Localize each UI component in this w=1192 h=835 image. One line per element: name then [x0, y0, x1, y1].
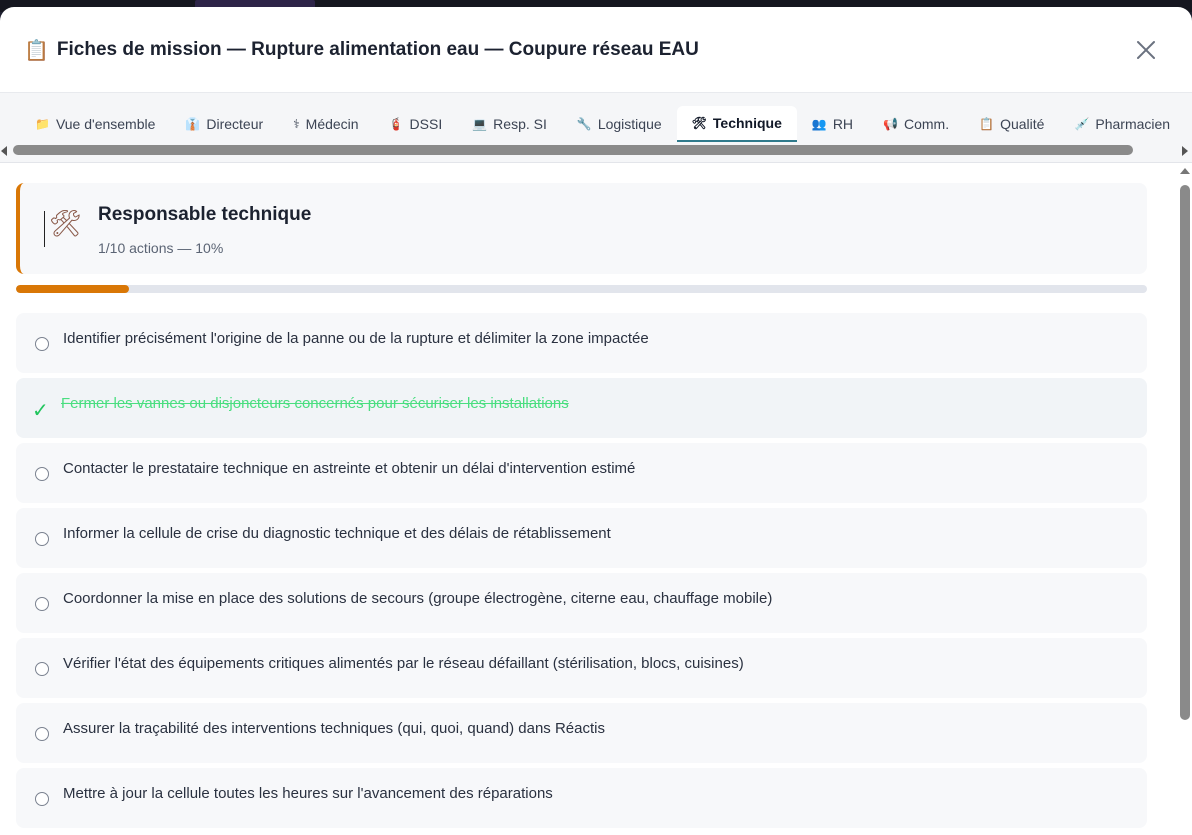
tab-rh[interactable]: 👥 RH	[797, 106, 868, 142]
role-tabs: 📁 Vue d'ensemble 👔 Directeur ⚕ Médecin 🧯 DSSI 💻 R…	[20, 106, 1185, 142]
tab-icon: 🔧	[576, 117, 592, 131]
tab-icon: ⚕	[293, 117, 300, 131]
action-list: Identifier précisément l'origine de la p…	[16, 313, 1147, 833]
tab-resp-si[interactable]: 💻 Resp. SI	[457, 106, 562, 142]
tab-dssi[interactable]: 🧯 DSSI	[374, 106, 458, 142]
action-item[interactable]: Identifier précisément l'origine de la p…	[16, 313, 1147, 373]
role-tabs-bar: 📁 Vue d'ensemble 👔 Directeur ⚕ Médecin 🧯 DSSI 💻 R…	[0, 93, 1192, 163]
tab-label: Pharmacien	[1095, 116, 1171, 132]
action-item[interactable]: Informer la cellule de crise du diagnost…	[16, 508, 1147, 568]
unchecked-circle-icon[interactable]	[35, 727, 49, 741]
unchecked-circle-icon[interactable]	[35, 662, 49, 676]
role-title: Responsable technique	[98, 204, 312, 225]
action-label: Vérifier l'état des équipements critique…	[63, 655, 744, 672]
tab-icon: 📋	[979, 117, 995, 131]
tab-icon: 📁	[35, 117, 50, 131]
unchecked-circle-icon[interactable]	[35, 792, 49, 806]
unchecked-circle-icon[interactable]	[35, 597, 49, 611]
modal-header: 📋 Fiches de mission — Rupture alimentati…	[0, 7, 1192, 93]
tab-comm[interactable]: 📢 Comm.	[868, 106, 964, 142]
mission-sheets-modal: 📋 Fiches de mission — Rupture alimentati…	[0, 7, 1192, 835]
tab-label: Médecin	[305, 116, 359, 132]
tab-label: Directeur	[206, 116, 264, 132]
tab-icon: 🛠	[691, 116, 707, 130]
action-label: Assurer la traçabilité des interventions…	[63, 720, 605, 737]
horizontal-scroll-thumb[interactable]	[13, 145, 1133, 155]
tab-m-decin[interactable]: ⚕ Médecin	[278, 106, 373, 142]
tab-icon: 💻	[472, 117, 488, 131]
tab-vue-d-ensemble[interactable]: 📁 Vue d'ensemble	[20, 106, 170, 142]
tab-pharmacien[interactable]: 💉 Pharmacien	[1059, 106, 1185, 142]
action-item[interactable]: Coordonner la mise en place des solution…	[16, 573, 1147, 633]
scroll-up-arrow[interactable]	[1180, 168, 1190, 174]
tab-logistique[interactable]: 🔧 Logistique	[562, 106, 677, 142]
action-item[interactable]: Vérifier l'état des équipements critique…	[16, 638, 1147, 698]
tab-label: Technique	[712, 115, 782, 131]
tab-label: RH	[832, 116, 854, 132]
action-label: Informer la cellule de crise du diagnost…	[63, 525, 611, 542]
tab-icon: 👔	[185, 117, 201, 131]
horizontal-scrollbar[interactable]	[0, 144, 1192, 156]
role-progress-bar	[16, 285, 1147, 293]
tab-directeur[interactable]: 👔 Directeur	[170, 106, 278, 142]
role-progress-summary: 1/10 actions — 10%	[98, 240, 224, 256]
close-icon	[1137, 41, 1155, 59]
action-item[interactable]: ✓ Fermer les vannes ou disjoncteurs conce…	[16, 378, 1147, 438]
scroll-right-arrow[interactable]	[1182, 146, 1188, 156]
tab-label: Logistique	[597, 116, 662, 132]
tab-icon: 📢	[883, 117, 898, 131]
action-item[interactable]: Mettre à jour la cellule toutes les heur…	[16, 768, 1147, 828]
tab-label: Vue d'ensemble	[55, 116, 156, 132]
action-item[interactable]: Assurer la traçabilité des interventions…	[16, 703, 1147, 763]
action-label: Coordonner la mise en place des solution…	[63, 590, 773, 607]
checkmark-icon[interactable]: ✓	[32, 398, 50, 422]
vertical-scroll-thumb[interactable]	[1180, 185, 1190, 720]
tab-technique[interactable]: 🛠 Technique	[676, 106, 797, 142]
role-content: 🛠 Responsable technique 1/10 actions — 1…	[0, 163, 1192, 835]
tab-qualit[interactable]: 📋 Qualité	[964, 106, 1059, 142]
tab-label: Resp. SI	[493, 116, 547, 132]
tab-icon: 👥	[811, 117, 827, 131]
tab-label: Comm.	[904, 116, 950, 132]
action-label: Identifier précisément l'origine de la p…	[63, 330, 649, 347]
clipboard-icon: 📋	[24, 37, 49, 62]
tab-icon: 💉	[1074, 117, 1090, 131]
action-item[interactable]: Contacter le prestataire technique en as…	[16, 443, 1147, 503]
unchecked-circle-icon[interactable]	[35, 337, 49, 351]
modal-title: Fiches de mission — Rupture alimentation…	[56, 38, 699, 60]
action-label: Fermer les vannes ou disjoncteurs concer…	[61, 395, 569, 412]
action-label: Contacter le prestataire technique en as…	[63, 460, 636, 477]
action-label: Mettre à jour la cellule toutes les heur…	[63, 785, 553, 802]
close-button[interactable]	[1134, 38, 1158, 62]
tools-icon: 🛠	[44, 209, 82, 249]
scroll-left-arrow[interactable]	[1, 146, 7, 156]
role-header-card: 🛠 Responsable technique 1/10 actions — 1…	[16, 183, 1147, 274]
tab-label: Qualité	[1000, 116, 1045, 132]
tab-icon: 🧯	[388, 117, 404, 131]
unchecked-circle-icon[interactable]	[35, 467, 49, 481]
unchecked-circle-icon[interactable]	[35, 532, 49, 546]
tab-label: DSSI	[409, 116, 443, 132]
role-progress-fill	[16, 285, 130, 293]
vertical-scrollbar[interactable]	[1176, 163, 1192, 835]
